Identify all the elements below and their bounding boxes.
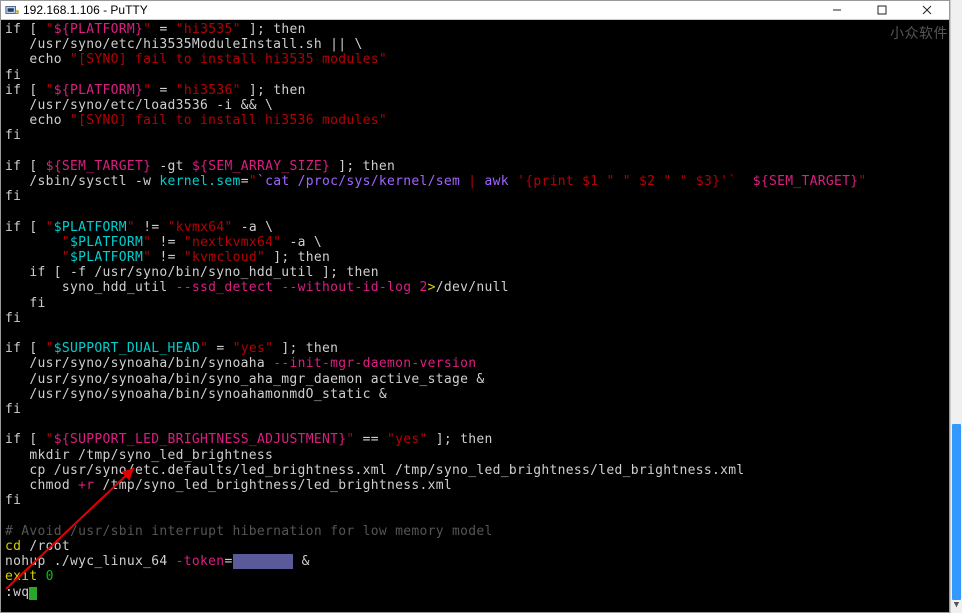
scroll-down-button[interactable]: ▼ [951,596,962,613]
terminal-line: if [ "${PLATFORM}" = "hi3535" ]; then [5,22,945,37]
terminal-line: if [ "$PLATFORM" != "kvmx64" -a \ [5,220,945,235]
terminal-line: chmod +r /tmp/syno_led_brightness/led_br… [5,478,945,493]
terminal[interactable]: if [ "${PLATFORM}" = "hi3535" ]; then /u… [1,20,949,612]
terminal-line: if [ "${SUPPORT_LED_BRIGHTNESS_ADJUSTMEN… [5,432,945,447]
terminal-line: "$PLATFORM" != "kvmcloud" ]; then [5,250,945,265]
maximize-button[interactable] [859,1,904,20]
terminal-line: cp /usr/syno/etc.defaults/led_brightness… [5,463,945,478]
terminal-line: exit 0 [5,569,945,584]
terminal-line: if [ -f /usr/syno/bin/syno_hdd_util ]; t… [5,265,945,280]
terminal-line: mkdir /tmp/syno_led_brightness [5,448,945,463]
terminal-line [5,509,945,524]
terminal-line: fi [5,402,945,417]
terminal-line: fi [5,311,945,326]
terminal-line: # Avoid /usr/sbin interrupt hibernation … [5,524,945,539]
terminal-line: /usr/syno/synoaha/bin/synoahamonmdO_stat… [5,387,945,402]
scroll-track[interactable] [951,19,962,596]
terminal-line: echo "[SYNO] fail to install hi3536 modu… [5,113,945,128]
terminal-line: cd /root [5,539,945,554]
titlebar[interactable]: 192.168.1.106 - PuTTY [1,1,949,20]
terminal-line: if [ "$SUPPORT_DUAL_HEAD" = "yes" ]; the… [5,341,945,356]
terminal-line: nohup ./wyc_linux_64 -token= & [5,554,945,569]
terminal-line: if [ "${PLATFORM}" = "hi3536" ]; then [5,83,945,98]
close-button[interactable] [904,1,949,20]
vertical-scrollbar[interactable]: ▲ ▼ [950,0,962,613]
putty-icon [5,3,19,17]
terminal-line [5,326,945,341]
terminal-line [5,204,945,219]
terminal-line: /usr/syno/etc/hi3535ModuleInstall.sh || … [5,37,945,52]
terminal-line: :wq [5,585,945,600]
minimize-button[interactable] [814,1,859,20]
terminal-line: if [ ${SEM_TARGET} -gt ${SEM_ARRAY_SIZE}… [5,159,945,174]
terminal-line [5,144,945,159]
terminal-line: echo "[SYNO] fail to install hi3535 modu… [5,52,945,67]
terminal-line: /usr/syno/synoaha/bin/synoaha --init-mgr… [5,356,945,371]
terminal-line: /sbin/sysctl -w kernel.sem="`cat /proc/s… [5,174,945,189]
watermark: 小众软件 [890,23,948,43]
terminal-line: fi [5,128,945,143]
terminal-line: fi [5,68,945,83]
terminal-line: /usr/syno/synoaha/bin/syno_aha_mgr_daemo… [5,372,945,387]
terminal-line: /usr/syno/etc/load3536 -i && \ [5,98,945,113]
terminal-line: syno_hdd_util --ssd_detect --without-id-… [5,280,945,295]
cursor [29,587,37,600]
putty-window: 192.168.1.106 - PuTTY if [ "${PLATFORM}"… [0,0,950,613]
terminal-line: fi [5,189,945,204]
terminal-line: fi [5,296,945,311]
terminal-line: "$PLATFORM" != "nextkvmx64" -a \ [5,235,945,250]
terminal-line [5,417,945,432]
terminal-line: fi [5,493,945,508]
scroll-thumb[interactable] [952,424,961,600]
window-title: 192.168.1.106 - PuTTY [23,3,148,17]
